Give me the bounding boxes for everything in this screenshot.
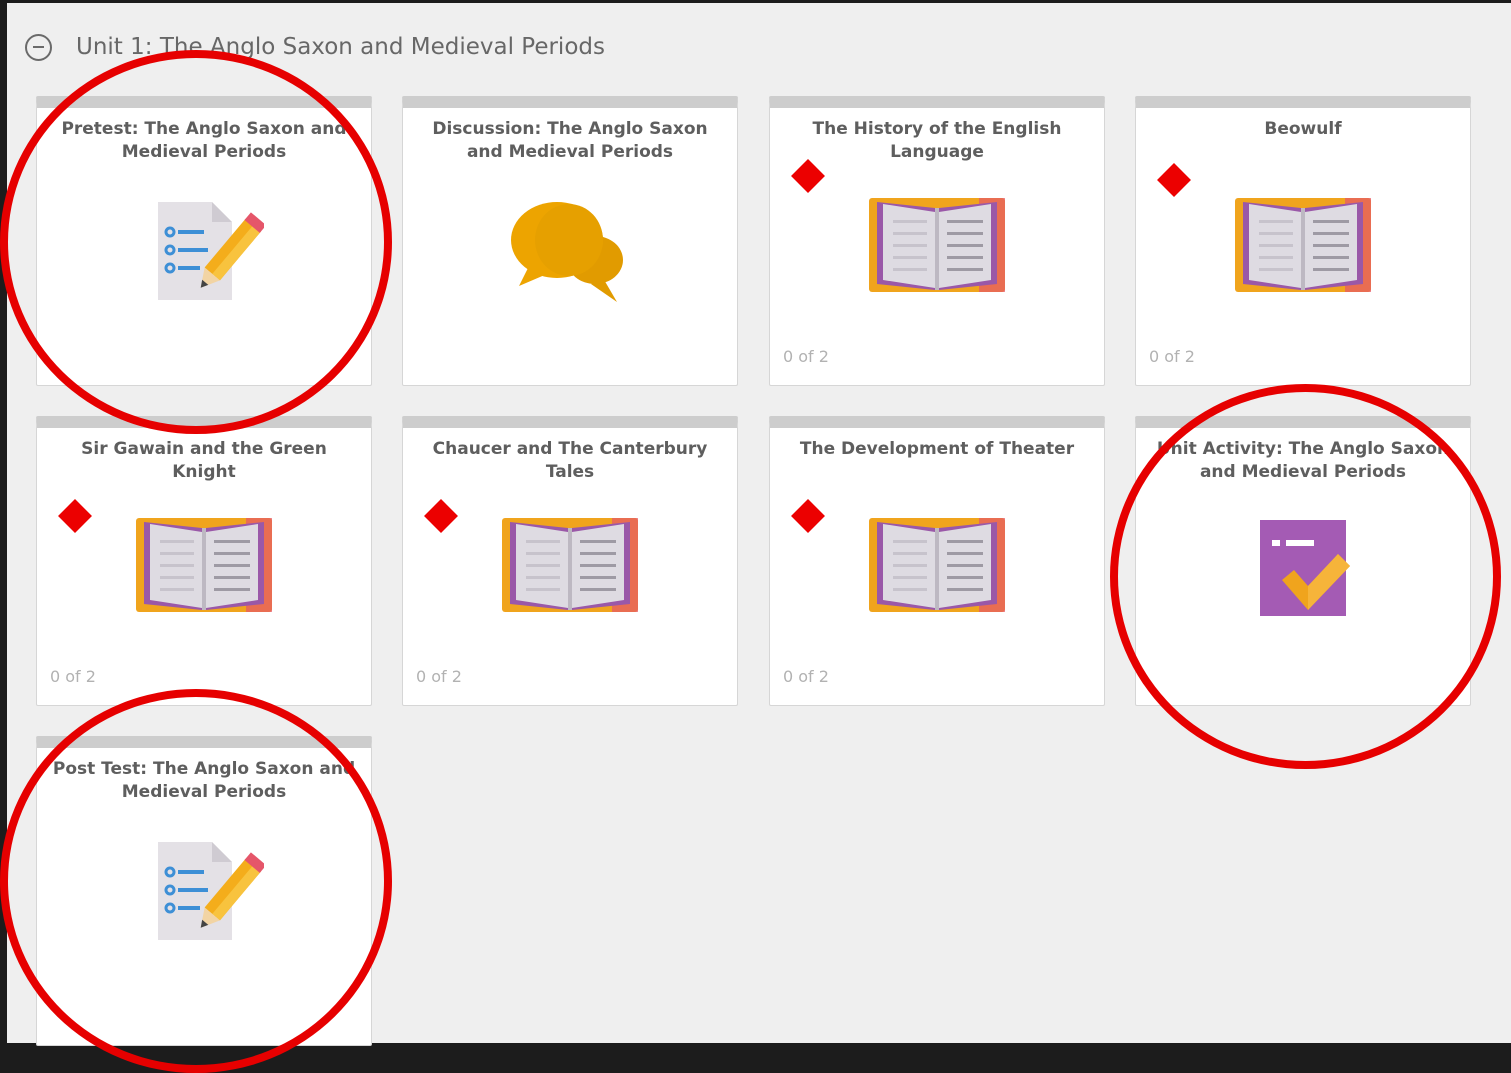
progress-label: 0 of 2 (416, 667, 462, 686)
card-title: Beowulf (1264, 119, 1342, 139)
unit-title: Unit 1: The Anglo Saxon and Medieval Per… (76, 34, 605, 60)
progress-label: 0 of 2 (1149, 347, 1195, 366)
card-title: Sir Gawain and the Green Knight (81, 439, 327, 482)
red-diamond-marker (424, 499, 458, 533)
red-diamond-marker (791, 499, 825, 533)
red-diamond-marker (58, 499, 92, 533)
test-pencil-icon (144, 834, 267, 948)
activity-card-theater[interactable]: The Development of Theater 0 of 2 (769, 416, 1105, 706)
red-diamond-marker (1157, 163, 1191, 197)
card-title: The Development of Theater (799, 439, 1075, 459)
progress-label: 0 of 2 (50, 667, 96, 686)
open-book-icon (502, 514, 638, 618)
red-diamond-marker (791, 159, 825, 193)
activity-card-beowulf[interactable]: Beowulf 0 of 2 (1135, 96, 1471, 386)
activity-card-history-english[interactable]: The History of the English Language 0 of… (769, 96, 1105, 386)
activity-check-icon (1248, 514, 1358, 624)
card-title: Discussion: The Anglo Saxon and Medieval… (432, 119, 708, 162)
activity-card-sir-gawain[interactable]: Sir Gawain and the Green Knight 0 of 2 (36, 416, 372, 706)
activity-card-unit-activity[interactable]: Unit Activity: The Anglo Saxon and Medie… (1135, 416, 1471, 706)
open-book-icon (136, 514, 272, 618)
card-title: Chaucer and The Canterbury Tales (432, 439, 708, 482)
activity-card-chaucer[interactable]: Chaucer and The Canterbury Tales 0 of 2 (402, 416, 738, 706)
progress-label: 0 of 2 (783, 347, 829, 366)
course-page: Unit 1: The Anglo Saxon and Medieval Per… (0, 3, 1511, 1073)
open-book-icon (1235, 194, 1371, 298)
chat-bubbles-icon (505, 194, 635, 308)
activity-card-pretest[interactable]: Pretest: The Anglo Saxon and Medieval Pe… (36, 96, 372, 386)
open-book-icon (869, 514, 1005, 618)
progress-label: 0 of 2 (783, 667, 829, 686)
activity-card-discussion[interactable]: Discussion: The Anglo Saxon and Medieval… (402, 96, 738, 386)
collapse-circle-icon[interactable] (25, 33, 52, 61)
card-title: The History of the English Language (812, 119, 1062, 162)
test-pencil-icon (144, 194, 267, 308)
card-title: Pretest: The Anglo Saxon and Medieval Pe… (61, 119, 347, 162)
open-book-icon (869, 194, 1005, 298)
activity-card-post-test[interactable]: Post Test: The Anglo Saxon and Medieval … (36, 736, 372, 1046)
unit-header[interactable]: Unit 1: The Anglo Saxon and Medieval Per… (25, 29, 605, 65)
card-title: Unit Activity: The Anglo Saxon and Medie… (1156, 439, 1450, 482)
card-title: Post Test: The Anglo Saxon and Medieval … (52, 759, 356, 802)
